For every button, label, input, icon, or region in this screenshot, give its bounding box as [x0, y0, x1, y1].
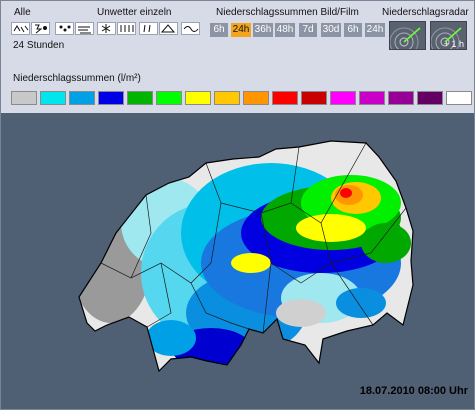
storm-icon — [183, 26, 199, 32]
thunderstorm-filter-button[interactable] — [31, 22, 50, 35]
storm-filter-button[interactable] — [181, 22, 200, 35]
legend-swatch — [330, 91, 356, 105]
legend-swatch — [156, 91, 182, 105]
all-weather-icon — [13, 25, 29, 33]
legend-swatch — [446, 91, 472, 105]
frost-filter-button[interactable] — [159, 22, 178, 35]
frost-icon — [160, 24, 176, 33]
weather-widget: Alle Unwetter einzeln Niederschlagssumme… — [0, 0, 475, 410]
legend-title: Niederschlagssummen (l/m²) — [13, 73, 141, 84]
switzerland-map — [78, 140, 414, 373]
bild-button-36h[interactable]: 36h — [253, 23, 273, 37]
legend-swatch — [11, 91, 37, 105]
legend-swatch — [388, 91, 414, 105]
wind-icon — [78, 26, 91, 34]
bild-button-7d[interactable]: 7d — [299, 23, 317, 37]
bild-button-6h[interactable]: 6h — [210, 23, 228, 37]
map-datetime: 18.07.2010 08:00 Uhr — [359, 385, 468, 397]
bild-button-48h[interactable]: 48h — [275, 23, 295, 37]
all-weather-filter-button[interactable] — [11, 22, 30, 35]
radar-label: Niederschlagsradar — [382, 7, 469, 18]
unwetter-label: Unwetter einzeln — [97, 7, 172, 18]
legend-swatch — [417, 91, 443, 105]
film-button-24h[interactable]: 24h — [365, 23, 385, 37]
legend-swatch — [185, 91, 211, 105]
hail-icon — [59, 25, 71, 32]
legend-swatch — [272, 91, 298, 105]
film-button-6h[interactable]: 6h — [344, 23, 362, 37]
legend-swatch — [214, 91, 240, 105]
snow-icon — [101, 24, 111, 33]
snow-filter-button[interactable] — [97, 22, 116, 35]
legend-swatch — [98, 91, 124, 105]
legend-swatch — [40, 91, 66, 105]
period-label: 24 Stunden — [13, 40, 65, 51]
radar-now-button[interactable] — [389, 21, 426, 50]
bild-button-24h[interactable]: 24h — [231, 23, 251, 37]
radar-icon — [390, 27, 421, 49]
legend-swatch — [301, 91, 327, 105]
thunderstorm-icon — [35, 24, 47, 34]
summen-label: Niederschlagssummen Bild/Film — [216, 7, 359, 18]
hail-filter-button[interactable] — [55, 22, 74, 35]
rain-icon — [143, 24, 151, 33]
legend-swatch — [69, 91, 95, 105]
rain-filter-button[interactable] — [139, 22, 158, 35]
legend-swatch — [243, 91, 269, 105]
legend-swatch — [359, 91, 385, 105]
heavy-rain-filter-button[interactable] — [117, 22, 136, 35]
radar-forecast-label: + 1 h — [443, 39, 464, 49]
bild-button-30d[interactable]: 30d — [321, 23, 341, 37]
precipitation-layer — [79, 163, 411, 368]
radar-forecast-button[interactable]: + 1 h — [430, 21, 467, 50]
control-panel: Alle Unwetter einzeln Niederschlagssumme… — [1, 1, 474, 113]
legend-swatch — [127, 91, 153, 105]
alle-label: Alle — [14, 7, 31, 18]
heavy-rain-icon — [120, 25, 134, 32]
precipitation-map[interactable]: 18.07.2010 08:00 Uhr — [1, 113, 474, 409]
wind-filter-button[interactable] — [75, 22, 94, 35]
